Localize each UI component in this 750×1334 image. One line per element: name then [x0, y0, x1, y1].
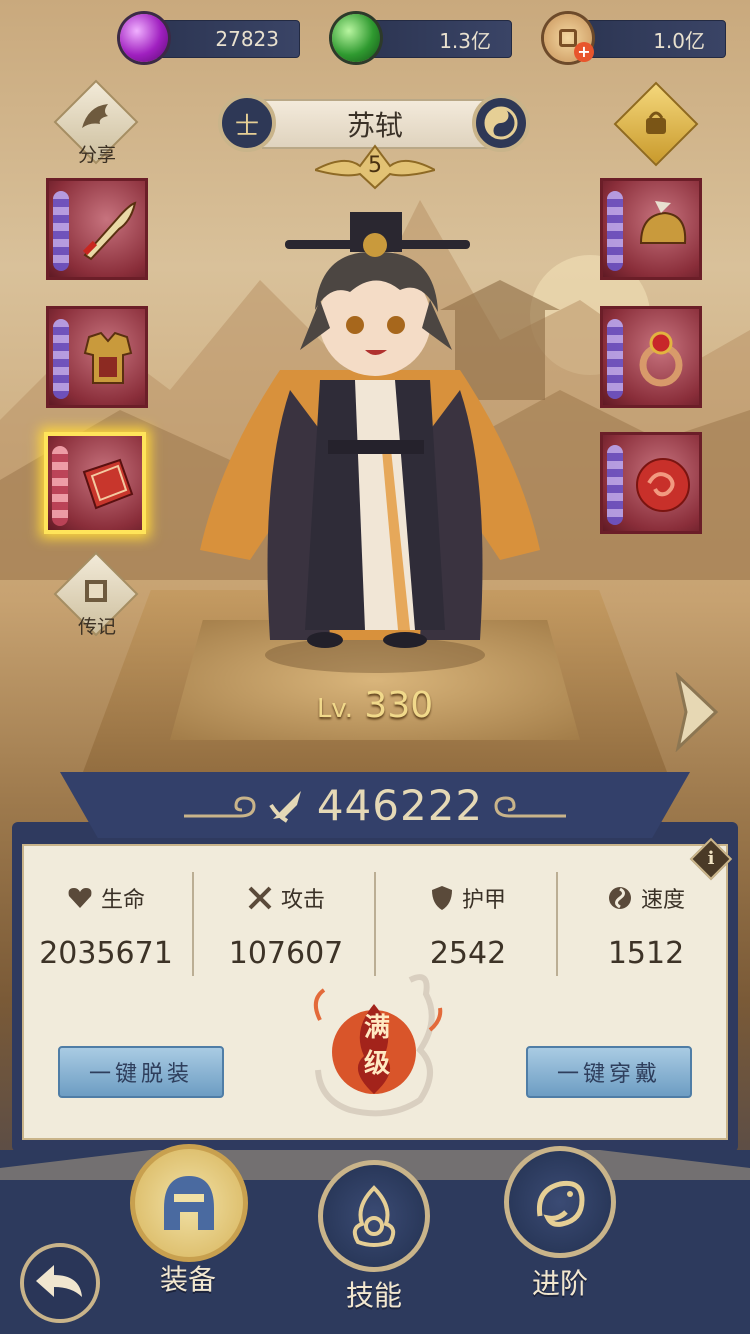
chain-decoration — [607, 445, 623, 525]
stat-armor: 护甲 2542 — [378, 880, 558, 971]
chain-decoration — [607, 191, 623, 271]
nav-equipment-button[interactable] — [130, 1144, 248, 1262]
scroll-icon — [85, 580, 107, 602]
green-jade-icon — [332, 14, 380, 62]
saber-icon — [82, 201, 137, 261]
dragon-advance-icon — [536, 1180, 585, 1227]
equip-slot-orb[interactable] — [600, 432, 702, 534]
back-button[interactable] — [20, 1243, 100, 1323]
shield-icon — [431, 886, 452, 910]
hero-level: Lv. 330 — [316, 685, 434, 726]
max-level-badge: 满 级 — [363, 1013, 390, 1079]
chain-decoration — [53, 319, 69, 399]
class-scholar-icon[interactable]: 士 — [218, 94, 276, 152]
add-currency-plus-icon[interactable]: + — [574, 42, 594, 62]
lock-pouch-icon — [646, 111, 666, 134]
equip-slot-ring[interactable] — [600, 306, 702, 408]
biography-label: 传记 — [77, 616, 116, 638]
share-label: 分享 — [77, 144, 116, 166]
nav-skills-label: 技能 — [345, 1279, 402, 1312]
stat-divider — [192, 872, 194, 976]
tome-icon — [82, 458, 134, 510]
back-arrow-icon — [36, 1265, 82, 1297]
currency-green-jade: 1.3亿 — [362, 20, 512, 58]
jade-orb-icon — [636, 458, 690, 512]
helmet-nav-icon — [164, 1176, 214, 1230]
cloud-ornament-right — [494, 796, 566, 818]
nav-equipment-label: 装备 — [159, 1263, 216, 1296]
equip-slot-armor[interactable] — [46, 306, 148, 408]
chain-decoration — [52, 446, 68, 526]
chain-decoration — [53, 191, 69, 271]
combat-power-icon — [269, 791, 301, 823]
helmet-icon — [639, 201, 687, 244]
equip-slot-helmet[interactable] — [600, 178, 702, 280]
hero-name-banner: 苏轼 — [262, 99, 488, 149]
crossed-swords-icon — [248, 886, 272, 910]
unequip-all-button[interactable]: 一键脱装 — [58, 1046, 224, 1098]
star-rank-number: 5 — [368, 153, 382, 178]
cloud-ornament-left — [184, 796, 256, 818]
next-hero-arrow-icon[interactable] — [672, 672, 722, 752]
stat-attack: 攻击 107607 — [196, 880, 376, 971]
armor-icon — [83, 331, 133, 384]
info-icon[interactable]: i — [696, 844, 726, 874]
hero-character-portrait — [200, 212, 540, 673]
combat-power-value: 446222 — [316, 780, 484, 830]
combat-power-bar: 446222 — [60, 772, 690, 838]
nav-advance-button[interactable] — [504, 1146, 616, 1258]
stat-speed-value: 1512 — [607, 936, 685, 971]
stat-hp-value: 2035671 — [39, 936, 173, 971]
nav-advance-label: 进阶 — [531, 1267, 588, 1300]
flame-skill-icon — [352, 1185, 396, 1247]
ring-icon — [639, 331, 683, 387]
heart-icon — [68, 888, 92, 908]
swirl-icon — [608, 887, 631, 909]
element-taiji-icon[interactable] — [472, 94, 530, 152]
currency-purple-gem: 27823 — [150, 20, 300, 58]
hero-name: 苏轼 — [346, 109, 403, 142]
equip-all-button[interactable]: 一键穿戴 — [526, 1046, 692, 1098]
stat-speed: 速度 1512 — [556, 880, 736, 971]
chain-decoration — [607, 319, 623, 399]
currency-copper-coin: 1.0亿 — [576, 20, 726, 58]
taiji-icon — [484, 106, 518, 140]
share-wing-icon — [82, 104, 108, 128]
equip-slot-book[interactable] — [44, 432, 146, 534]
nav-skills-button[interactable] — [318, 1160, 430, 1272]
stat-hp: 生命 2035671 — [16, 880, 196, 971]
equip-slot-weapon[interactable] — [46, 178, 148, 280]
purple-gem-icon — [120, 14, 168, 62]
